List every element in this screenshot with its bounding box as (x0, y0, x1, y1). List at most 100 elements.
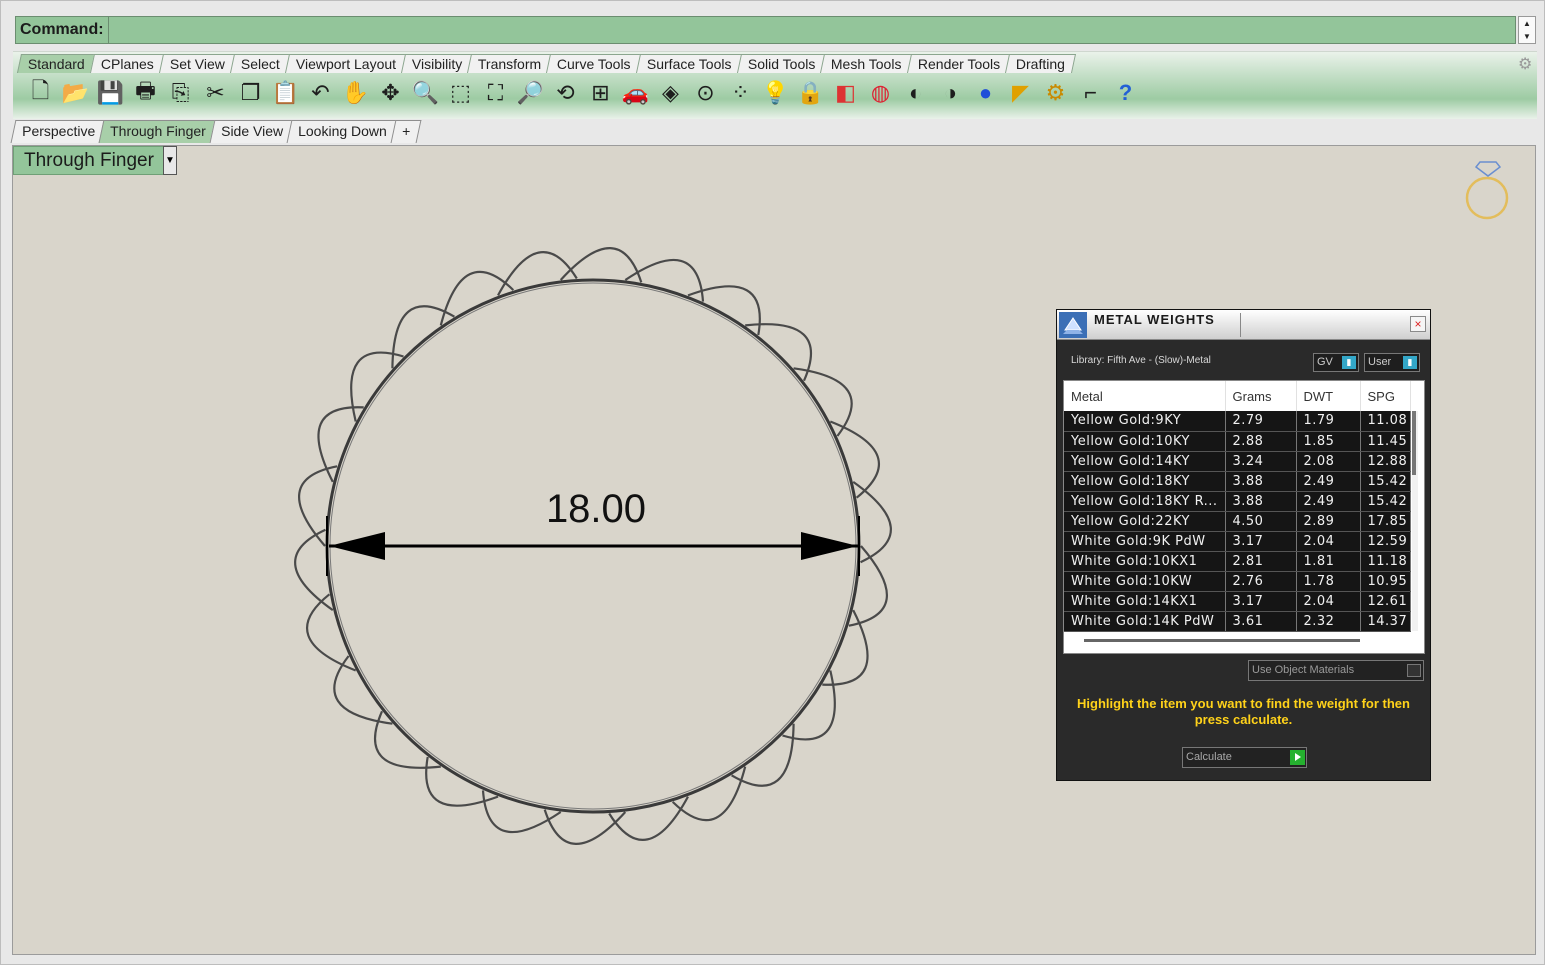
points-icon[interactable]: ⁘ (723, 76, 758, 110)
column-header-grams[interactable]: Grams (1225, 381, 1297, 411)
toolbar-tab-label: CPlanes (100, 56, 154, 72)
table-row[interactable]: White Gold:14K PdW 3.61 2.32 14.37 (1064, 611, 1411, 632)
rope-lobe (731, 723, 795, 787)
command-bar[interactable]: Command: (15, 16, 1516, 44)
gv-toggle[interactable]: GV ▮ (1313, 353, 1359, 372)
library-label: Library: Fifth Ave - (Slow)-Metal (1071, 355, 1211, 366)
toolbar-tab-surface-tools[interactable]: Surface Tools (636, 54, 743, 73)
toolbar-icons: 🗋 📂 💾 🖶 ⎘ ✂ ❐ 📋 ↶ ✋ ✥ 🔍 ⬚ ⛶ 🔎 ⟲ ⊞ 🚗 ◈ ⊙ ⁘ 💡 🔒 ◧ ◍ ◐ ◑ ● ◤ ⚙ ⌐? (23, 76, 1143, 110)
move-view-icon[interactable]: ✥ (373, 76, 408, 110)
add-viewport-tab[interactable]: + (390, 120, 422, 143)
command-input[interactable] (109, 17, 1515, 43)
rotate-view-icon[interactable]: ⟲ (548, 76, 583, 110)
panel-header[interactable]: METAL WEIGHTS × (1057, 310, 1430, 340)
zoom-icon[interactable]: 🔍 (408, 76, 443, 110)
toolbar-tab-curve-tools[interactable]: Curve Tools (546, 54, 643, 73)
user-toggle[interactable]: User ▮ (1364, 353, 1420, 372)
table-row[interactable]: Yellow Gold:18KY R... 3.88 2.49 15.42 (1064, 491, 1411, 512)
object-properties-icon[interactable]: ◈ (653, 76, 688, 110)
viewport-tab-looking-down[interactable]: Looking Down (286, 120, 399, 143)
table-row[interactable]: Yellow Gold:18KY 3.88 2.49 15.42 (1064, 471, 1411, 492)
calculate-button[interactable]: Calculate (1182, 747, 1307, 768)
toolbar-tab-label: Set View (169, 56, 225, 72)
table-row[interactable]: White Gold:10KX1 2.81 1.81 11.18 (1064, 551, 1411, 572)
viewport-dropdown-icon[interactable]: ▼ (163, 146, 177, 175)
layer-icon[interactable]: ◧ (828, 76, 863, 110)
zoom-selected-icon[interactable]: 🔎 (513, 76, 548, 110)
lightbulb-icon[interactable]: 💡 (758, 76, 793, 110)
sphere-gray-icon[interactable]: ◐ (898, 76, 933, 110)
toolbar-tab-cplanes[interactable]: CPlanes (89, 54, 165, 73)
print-icon[interactable]: 🖶 (128, 76, 163, 110)
toolbar-tab-render-tools[interactable]: Render Tools (906, 54, 1011, 73)
sphere-shaded-icon[interactable]: ◑ (933, 76, 968, 110)
paste-icon[interactable]: 📋 (268, 76, 303, 110)
play-arrow-icon (1290, 750, 1305, 765)
table-row[interactable]: Yellow Gold:9KY 2.79 1.79 11.08 (1064, 411, 1411, 432)
four-viewports-icon[interactable]: ⊞ (583, 76, 618, 110)
viewport-title[interactable]: Through Finger (13, 146, 177, 175)
lock-icon[interactable]: 🔒 (793, 76, 828, 110)
help-icon[interactable]: ? (1108, 76, 1143, 110)
dimension-icon[interactable]: ⌐ (1073, 76, 1108, 110)
dimension-arrow-right (801, 532, 858, 560)
gear-icon[interactable]: ⚙ (1038, 76, 1073, 110)
pan-hand-icon[interactable]: ✋ (338, 76, 373, 110)
undo-icon[interactable]: ↶ (303, 76, 338, 110)
column-header-metal[interactable]: Metal (1064, 381, 1226, 411)
table-cell: 3.88 (1225, 491, 1297, 512)
table-row[interactable]: Yellow Gold:14KY 3.24 2.08 12.88 (1064, 451, 1411, 472)
table-row[interactable]: White Gold:14KX1 3.17 2.04 12.61 (1064, 591, 1411, 612)
metal-weights-panel: METAL WEIGHTS × Library: Fifth Ave - (Sl… (1056, 309, 1431, 781)
table-header: Metal Grams DWT SPG (1064, 381, 1411, 411)
toolbar-tab-drafting[interactable]: Drafting (1004, 54, 1076, 73)
column-header-dwt[interactable]: DWT (1296, 381, 1361, 411)
table-horizontal-scrollbar[interactable] (1084, 639, 1360, 642)
table-cell: 2.49 (1296, 491, 1361, 512)
table-vertical-scrollbar[interactable] (1412, 411, 1418, 631)
viewport-tab-perspective[interactable]: Perspective (10, 120, 107, 143)
use-object-materials-toggle[interactable]: Use Object Materials (1248, 660, 1424, 681)
render-icon[interactable]: ◤ (1003, 76, 1038, 110)
toolbar-tab-transform[interactable]: Transform (467, 54, 553, 73)
color-wheel-icon[interactable]: ◍ (863, 76, 898, 110)
save-icon[interactable]: 💾 (93, 76, 128, 110)
table-cell: 3.88 (1225, 471, 1297, 492)
table-cell: 1.81 (1296, 551, 1361, 572)
toolbar-tab-viewport-layout[interactable]: Viewport Layout (284, 54, 407, 73)
viewport-tab-side-view[interactable]: Side View (209, 120, 295, 143)
toolbar-tab-solid-tools[interactable]: Solid Tools (736, 54, 827, 73)
toolbar-tab-visibility[interactable]: Visibility (400, 54, 474, 73)
zoom-window-icon[interactable]: ⬚ (443, 76, 478, 110)
scroll-thumb[interactable] (1412, 411, 1416, 475)
copy-icon[interactable]: ❐ (233, 76, 268, 110)
table-cell: Yellow Gold:18KY (1064, 471, 1226, 492)
table-row[interactable]: White Gold:9K PdW 3.17 2.04 12.59 (1064, 531, 1411, 552)
circle-center-icon[interactable]: ⊙ (688, 76, 723, 110)
new-file-icon[interactable]: 🗋 (23, 76, 58, 110)
table-row[interactable]: Yellow Gold:10KY 2.88 1.85 11.45 (1064, 431, 1411, 452)
sphere-blue-icon[interactable]: ● (968, 76, 1003, 110)
cut-icon[interactable]: ✂ (198, 76, 233, 110)
table-row[interactable]: Yellow Gold:22KY 4.50 2.89 17.85 (1064, 511, 1411, 532)
gv-label: GV (1317, 356, 1333, 368)
toolbar-tab-select[interactable]: Select (229, 54, 291, 73)
import-icon[interactable]: ⎘ (163, 76, 198, 110)
open-folder-icon[interactable]: 📂 (58, 76, 93, 110)
command-scroll[interactable]: ▲ ▼ (1518, 16, 1536, 44)
column-header-spg[interactable]: SPG (1360, 381, 1411, 411)
car-icon[interactable]: 🚗 (618, 76, 653, 110)
toolbar-tab-mesh-tools[interactable]: Mesh Tools (820, 54, 913, 73)
viewport-tab-through-finger[interactable]: Through Finger (98, 120, 218, 143)
toolbar-settings-icon[interactable]: ⚙ (1518, 54, 1532, 74)
navigation-gizmo-icon[interactable] (1460, 158, 1520, 228)
toolbar-tab-label: Surface Tools (646, 56, 732, 72)
zoom-extents-icon[interactable]: ⛶ (478, 76, 513, 110)
toolbar-tab-set-view[interactable]: Set View (158, 54, 236, 73)
table-row[interactable]: White Gold:10KW 2.76 1.78 10.95 (1064, 571, 1411, 592)
toolbar-tab-standard[interactable]: Standard (16, 54, 96, 73)
table-cell: 4.50 (1225, 511, 1297, 532)
table-cell: 2.04 (1296, 531, 1361, 552)
toolbar-tab-label: Transform (478, 56, 542, 72)
close-icon[interactable]: × (1410, 316, 1426, 332)
